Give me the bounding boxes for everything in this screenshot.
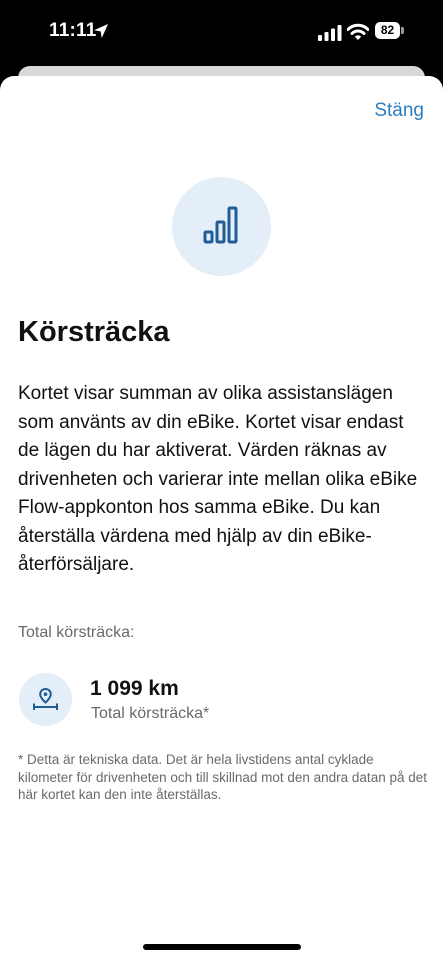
close-button[interactable]: Stäng — [374, 100, 424, 122]
footnote-text: * Detta är tekniska data. Det är hela li… — [18, 752, 427, 802]
bar-chart-icon — [203, 206, 238, 244]
distance-pin-icon — [33, 687, 58, 710]
wifi-icon — [347, 23, 369, 40]
battery-icon: 82 — [375, 22, 404, 41]
battery-level: 82 — [375, 22, 400, 39]
status-bar: 11:11 82 — [0, 0, 443, 66]
hero-icon-badge — [172, 177, 271, 276]
stat-icon-badge — [19, 673, 72, 726]
description-text: Kortet visar summan av olika assistanslä… — [18, 383, 418, 575]
battery-tip — [401, 27, 404, 34]
section-label: Total körsträcka: — [18, 624, 135, 641]
stat-label: Total körsträcka* — [91, 705, 210, 722]
home-indicator[interactable] — [143, 944, 301, 950]
status-time: 11:11 — [49, 20, 97, 41]
location-arrow-icon — [94, 24, 108, 38]
cellular-signal-icon — [318, 25, 342, 41]
page-title: Körsträcka — [18, 316, 170, 348]
stat-value: 1 099 km — [90, 677, 179, 700]
